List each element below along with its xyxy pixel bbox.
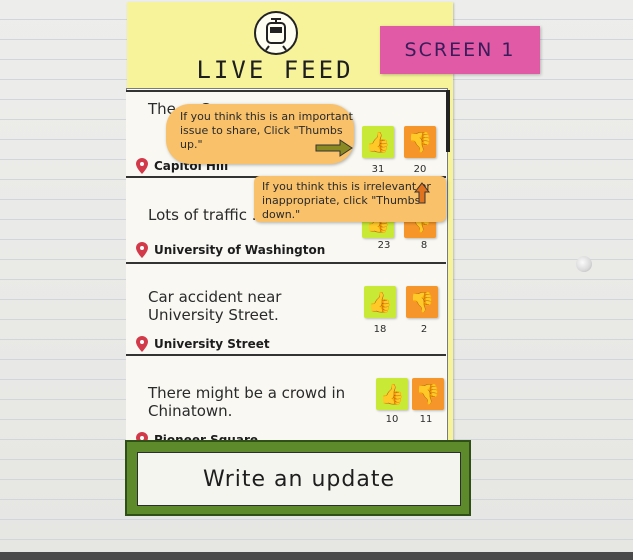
thumbs-up-icon: 👍 — [379, 382, 405, 406]
thumbs-up-icon: 👍 — [365, 130, 391, 154]
feed-item-location: University of Washington — [136, 242, 325, 258]
location-label: University Street — [154, 337, 270, 351]
upvote-count: 23 — [377, 240, 391, 251]
thumbs-down-button[interactable]: 👎 — [404, 126, 436, 158]
downvote-count: 20 — [413, 164, 427, 175]
page-title: LIVE FEED — [196, 56, 354, 84]
upvote-count: 31 — [371, 164, 385, 175]
thumbs-up-button[interactable]: 👍 — [362, 126, 394, 158]
downvote-count: 11 — [419, 414, 433, 425]
upvote-count: 18 — [373, 324, 387, 335]
thumbs-up-button[interactable]: 👍 — [364, 286, 396, 318]
train-icon — [254, 11, 298, 55]
downvote-count: 8 — [420, 240, 428, 251]
feed-item-text: Car accident near University Street. — [148, 288, 282, 324]
map-pin-icon — [136, 242, 148, 258]
feed-item-location: University Street — [136, 336, 270, 352]
thumbs-down-button[interactable]: 👎 — [406, 286, 438, 318]
write-update-button[interactable]: Write an update — [137, 452, 461, 506]
thumbs-up-icon: 👍 — [367, 290, 393, 314]
location-label: University of Washington — [154, 243, 326, 257]
thumbs-down-icon: 👎 — [415, 382, 441, 406]
thumbs-down-icon: 👎 — [409, 290, 435, 314]
bottom-edge — [0, 552, 633, 560]
feed-item[interactable]: There might be a crowd in Chinatown. Pio… — [126, 354, 446, 448]
thumbs-down-button[interactable]: 👎 — [412, 378, 444, 410]
map-pin-icon — [136, 158, 148, 174]
thumbs-down-icon: 👎 — [407, 130, 433, 154]
downvote-count: 2 — [420, 324, 428, 335]
arrow-up-icon — [414, 182, 430, 204]
paper-hole — [576, 256, 592, 272]
feed-item-text: There might be a crowd in Chinatown. — [148, 384, 346, 420]
upvote-count: 10 — [385, 414, 399, 425]
screen-label: SCREEN 1 — [380, 26, 540, 74]
thumbs-up-button[interactable]: 👍 — [376, 378, 408, 410]
feed-item[interactable]: Car accident near University Street. Uni… — [126, 262, 446, 354]
write-update-frame: Write an update — [125, 440, 471, 516]
map-pin-icon — [136, 336, 148, 352]
arrow-right-icon — [315, 139, 353, 157]
